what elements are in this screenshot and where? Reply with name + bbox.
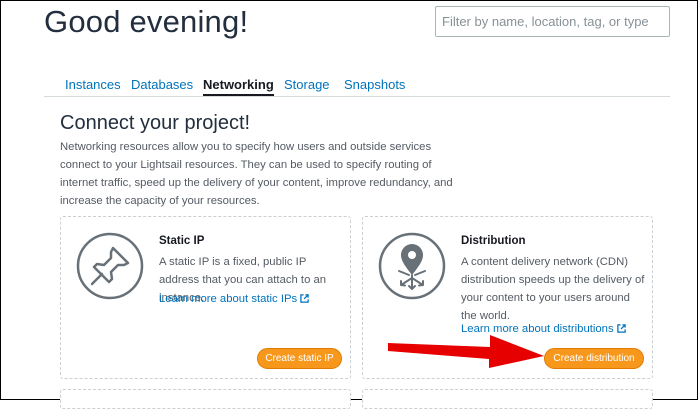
section-intro: Networking resources allow you to specif… bbox=[60, 141, 453, 207]
tab-snapshots[interactable]: Snapshots bbox=[344, 77, 405, 92]
external-link-icon bbox=[616, 324, 626, 333]
static-ip-card: Static IP A static IP is a fixed, public… bbox=[60, 216, 351, 379]
pushpin-icon bbox=[76, 232, 144, 300]
external-link-icon bbox=[300, 294, 309, 303]
distribution-title: Distribution bbox=[461, 235, 526, 247]
static-ip-title: Static IP bbox=[159, 235, 205, 247]
tab-storage[interactable]: Storage bbox=[284, 77, 330, 92]
static-ip-learn-more-link[interactable]: Learn more about static IPs bbox=[159, 293, 309, 305]
partial-card-right bbox=[362, 389, 653, 409]
tab-instances[interactable]: Instances bbox=[65, 77, 121, 92]
tab-networking[interactable]: Networking bbox=[203, 77, 274, 96]
static-ip-learn-more-label: Learn more about static IPs bbox=[159, 293, 298, 305]
tab-databases[interactable]: Databases bbox=[131, 77, 193, 92]
section-heading: Connect your project! bbox=[60, 112, 251, 134]
filter-search-input[interactable] bbox=[435, 6, 670, 37]
page-greeting: Good evening! bbox=[44, 4, 249, 39]
create-distribution-button[interactable]: Create distribution bbox=[544, 348, 644, 369]
partial-card-left bbox=[60, 389, 351, 409]
cdn-distribution-icon bbox=[378, 232, 446, 300]
annotation-arrow-icon bbox=[388, 335, 544, 368]
distribution-description: A content delivery network (CDN) distrib… bbox=[461, 256, 645, 322]
create-static-ip-button[interactable]: Create static IP bbox=[257, 348, 342, 369]
tab-bar: Instances Databases Networking Storage S… bbox=[44, 72, 670, 97]
